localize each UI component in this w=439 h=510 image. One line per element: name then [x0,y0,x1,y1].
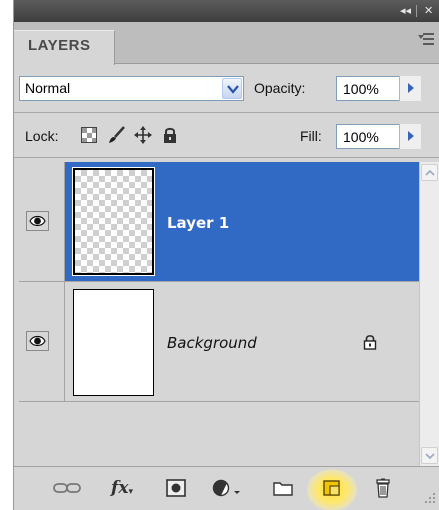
blend-options-row: Normal Opacity: 100% [14,64,439,110]
tab-layers[interactable]: LAYERS [14,30,115,65]
close-panel-button[interactable]: ✕ [424,4,433,17]
lock-all-icon[interactable] [161,126,179,144]
chevron-down-icon[interactable] [222,78,242,99]
layer-lock-icon [363,334,377,355]
panel-menu-line [423,38,434,40]
layers-toolbar: fx ▾ [14,466,439,510]
visibility-column [19,162,65,281]
blend-mode-select[interactable]: Normal [19,76,244,101]
panel-tab-strip: LAYERS [14,22,439,65]
opacity-label: Opacity: [254,80,306,96]
layer-thumbnail[interactable] [73,289,154,396]
new-group-icon[interactable] [271,477,295,499]
layers-scrollbar[interactable] [419,162,439,466]
panel-menu-icon[interactable] [418,33,434,45]
title-bar-separator [416,5,417,17]
panel-menu-line [423,33,434,35]
fill-label: Fill: [300,128,322,144]
fill-slider-button[interactable] [399,124,421,149]
layer-style-icon[interactable]: fx ▾ [106,477,138,499]
fill-value: 100% [343,129,379,145]
resize-grip-icon[interactable] [424,491,436,503]
layer-row[interactable]: Background [19,282,419,402]
delete-layer-icon[interactable] [372,477,394,499]
panel-title-bar[interactable]: ◂◂ ✕ [14,0,439,22]
layer-name[interactable]: Background [167,334,257,352]
new-layer-icon[interactable] [319,477,345,499]
layer-thumbnail[interactable] [72,167,155,276]
lock-transparent-pixels-icon[interactable] [80,126,98,144]
lock-options-row: Lock: Fill: 100% [14,112,439,158]
menu-arrow-glyph: ▾ [128,487,133,497]
lock-label: Lock: [25,128,59,144]
opacity-input[interactable]: 100% [336,76,421,101]
blend-mode-value: Normal [25,80,71,96]
opacity-slider-button[interactable] [399,76,421,101]
fill-input[interactable]: 100% [336,124,421,149]
layer-name[interactable]: Layer 1 [167,214,229,232]
layer-row[interactable]: Layer 1 [19,162,419,282]
opacity-value: 100% [343,81,379,97]
visibility-toggle[interactable] [26,331,49,351]
collapse-panel-button[interactable]: ◂◂ [400,4,411,17]
add-mask-icon[interactable] [165,477,187,499]
layers-panel: ◂◂ ✕ LAYERS Normal Opacity: 100% Lock: F… [13,0,439,510]
visibility-toggle[interactable] [26,211,49,231]
link-layers-icon[interactable] [52,477,82,499]
visibility-column [19,282,65,401]
lock-position-icon[interactable] [134,126,152,144]
panel-menu-line [423,43,434,45]
lock-image-pixels-icon[interactable] [108,126,126,144]
chevron-right-icon [408,83,414,93]
chevron-right-icon [408,131,414,141]
scroll-down-button[interactable] [421,447,438,464]
adjustment-layer-icon[interactable] [211,477,243,499]
layers-list: Layer 1 Background [19,162,419,466]
scroll-up-button[interactable] [421,164,438,181]
fx-label: fx [111,478,129,498]
